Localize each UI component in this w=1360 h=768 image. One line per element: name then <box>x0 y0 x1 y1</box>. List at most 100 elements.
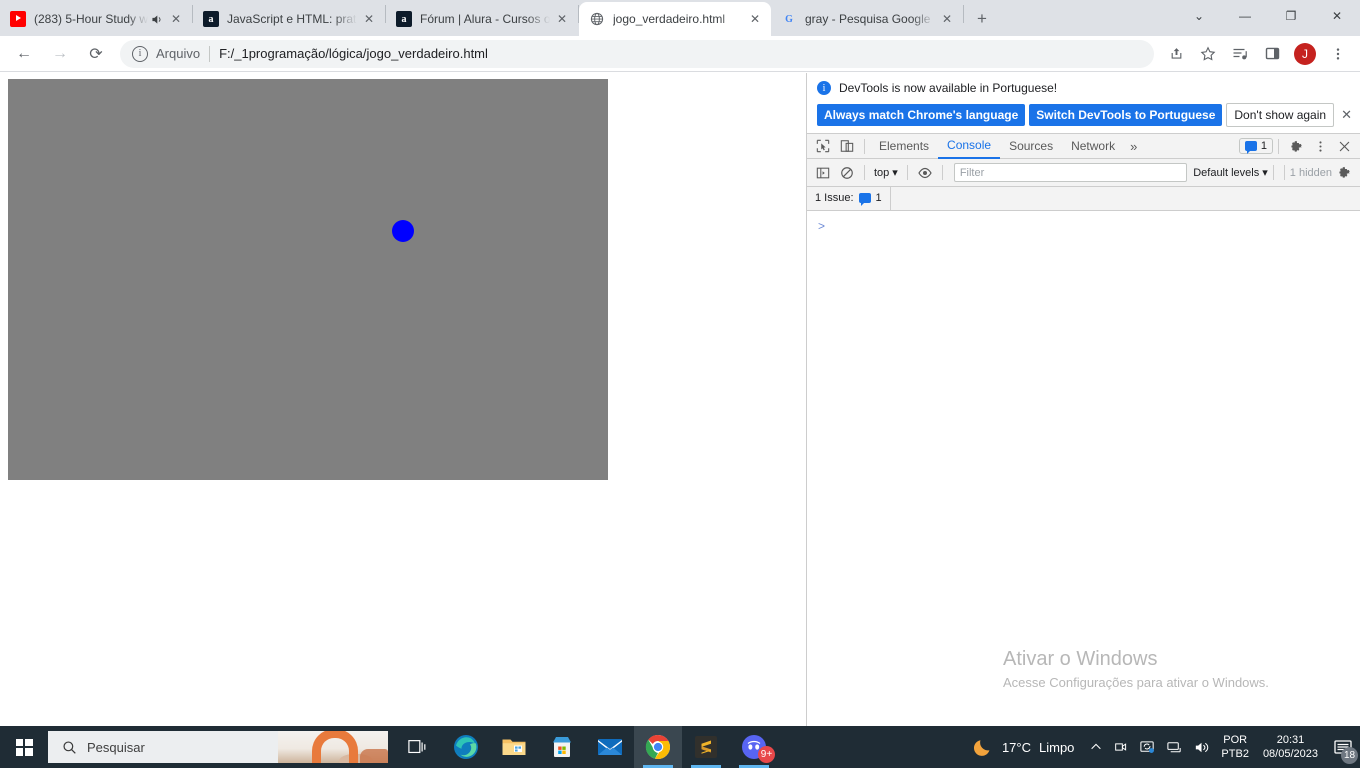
sublime-text-icon[interactable] <box>682 726 730 768</box>
kebab-menu-icon[interactable] <box>1324 40 1352 68</box>
always-match-language-button[interactable]: Always match Chrome's language <box>817 104 1026 126</box>
tab-strip: (283) 5-Hour Study with ✕ a JavaScript e… <box>0 0 1360 36</box>
avatar[interactable]: J <box>1294 42 1316 65</box>
mail-icon[interactable] <box>586 726 634 768</box>
divider <box>864 165 865 180</box>
gear-icon[interactable] <box>1332 162 1356 184</box>
browser-tab-forum-alura[interactable]: a Fórum | Alura - Cursos online ✕ <box>386 2 578 36</box>
chevron-up-icon[interactable] <box>1084 740 1108 754</box>
divider <box>1283 165 1285 180</box>
tab-close-button[interactable]: ✕ <box>361 11 377 27</box>
dont-show-again-button[interactable]: Don't show again <box>1226 103 1335 127</box>
moon-icon <box>972 736 994 758</box>
inspect-element-icon[interactable] <box>811 135 835 157</box>
discord-icon[interactable]: 9+ <box>730 726 778 768</box>
star-icon[interactable] <box>1194 40 1222 68</box>
google-icon: G <box>785 13 793 25</box>
reload-button[interactable]: ⟳ <box>81 39 111 69</box>
filter-input[interactable]: Filter <box>953 163 1188 182</box>
clear-console-icon[interactable] <box>835 162 859 184</box>
minimize-button[interactable]: — <box>1222 0 1268 32</box>
devtools-tab-bar: Elements Console Sources Network » 1 <box>807 133 1360 159</box>
console-prompt-caret: > <box>818 219 826 233</box>
tab-title: (283) 5-Hour Study with <box>34 12 148 26</box>
kebab-menu-icon[interactable] <box>1308 135 1332 157</box>
task-view-icon[interactable] <box>394 726 442 768</box>
language-indicator[interactable]: POR PTB2 <box>1215 733 1255 761</box>
system-tray: 17°C Limpo POR PTB2 20:31 08/05/2023 18 <box>966 726 1360 768</box>
tab-title: Fórum | Alura - Cursos online <box>420 12 550 26</box>
clock[interactable]: 20:31 08/05/2023 <box>1255 733 1326 761</box>
tab-network[interactable]: Network <box>1062 134 1124 159</box>
switch-to-portuguese-button[interactable]: Switch DevTools to Portuguese <box>1029 104 1223 126</box>
back-button[interactable]: ← <box>9 39 39 69</box>
live-expression-icon[interactable] <box>913 162 937 184</box>
tab-close-button[interactable]: ✕ <box>939 11 955 27</box>
issues-bar: 1 Issue: 1 <box>807 186 1360 211</box>
page-viewport <box>0 73 806 726</box>
bing-wallpaper-thumbnail[interactable] <box>278 731 388 763</box>
window-controls: ⌄ — ❐ ✕ <box>1176 0 1360 32</box>
divider <box>941 165 943 180</box>
tab-close-button[interactable]: ✕ <box>554 11 570 27</box>
microsoft-store-icon[interactable] <box>538 726 586 768</box>
watermark-subtitle: Acesse Configurações para ativar o Windo… <box>1003 675 1269 690</box>
weather-widget[interactable]: 17°C Limpo <box>966 736 1084 758</box>
google-chrome-icon[interactable] <box>634 726 682 768</box>
close-icon[interactable]: ✕ <box>1341 107 1352 123</box>
weather-condition: Limpo <box>1039 739 1075 755</box>
site-info-icon[interactable]: i <box>132 45 148 62</box>
alura-icon: a <box>203 11 219 27</box>
tab-close-button[interactable]: ✕ <box>168 11 184 27</box>
camera-icon[interactable] <box>1108 739 1134 755</box>
network-icon[interactable] <box>1161 739 1188 756</box>
alura-icon: a <box>396 11 412 27</box>
divider <box>1278 138 1279 154</box>
tab-elements[interactable]: Elements <box>870 134 938 159</box>
browser-tab-gray-pesquisa-google[interactable]: G gray - Pesquisa Google ✕ <box>771 2 963 36</box>
console-message-count-badge[interactable]: 1 <box>1238 138 1273 154</box>
omnibox-divider <box>209 45 211 62</box>
message-icon <box>858 193 871 206</box>
gear-icon[interactable] <box>1284 135 1308 157</box>
browser-tab-jogo-verdadeiro[interactable]: jogo_verdadeiro.html ✕ <box>579 2 771 36</box>
log-levels-selector[interactable]: Default levels ▾ <box>1193 166 1268 180</box>
hidden-messages-count: 1 hidden <box>1289 166 1332 179</box>
microsoft-edge-icon[interactable] <box>442 726 490 768</box>
tab-sources[interactable]: Sources <box>1000 134 1062 159</box>
url-text: F:/_1programação/lógica/jogo_verdadeiro.… <box>219 46 488 61</box>
tab-console[interactable]: Console <box>938 134 1001 159</box>
new-tab-button[interactable]: + <box>968 5 996 33</box>
levels-label: Default levels <box>1193 166 1260 179</box>
close-icon[interactable] <box>1332 135 1356 157</box>
search-input[interactable]: Pesquisar <box>48 731 388 763</box>
game-canvas[interactable] <box>8 79 608 480</box>
close-button[interactable]: ✕ <box>1314 0 1360 32</box>
notifications-icon[interactable]: 18 <box>1326 726 1360 768</box>
tab-search-icon[interactable]: ⌄ <box>1176 0 1222 32</box>
forward-button[interactable]: → <box>45 39 75 69</box>
more-tabs-icon[interactable]: » <box>1124 139 1143 154</box>
file-explorer-icon[interactable] <box>490 726 538 768</box>
tab-close-button[interactable]: ✕ <box>747 11 763 27</box>
weather-temperature: 17°C <box>1001 739 1031 755</box>
console-sidebar-icon[interactable] <box>811 162 835 184</box>
chevron-down-icon: ▾ <box>1262 167 1268 179</box>
volume-icon[interactable] <box>1188 739 1215 756</box>
onedrive-sync-icon[interactable] <box>1134 739 1161 756</box>
browser-tab-javascript-html[interactable]: a JavaScript e HTML: pratique ✕ <box>193 2 385 36</box>
maximize-button[interactable]: ❐ <box>1268 0 1314 32</box>
execution-context-selector[interactable]: top ▾ <box>870 166 902 180</box>
console-filter-bar: top ▾ Filter Default levels ▾ 1 hidden <box>807 159 1360 187</box>
browser-tab-youtube[interactable]: (283) 5-Hour Study with ✕ <box>0 2 192 36</box>
search-placeholder: Pesquisar <box>87 739 145 755</box>
share-icon[interactable] <box>1162 40 1190 68</box>
side-panel-icon[interactable] <box>1258 40 1286 68</box>
tab-audio-icon[interactable] <box>148 13 164 26</box>
windows-start-icon[interactable] <box>0 726 48 768</box>
issues-button[interactable]: 1 Issue: 1 <box>807 186 891 211</box>
reading-list-icon[interactable] <box>1226 40 1254 68</box>
search-icon <box>62 740 77 755</box>
address-bar[interactable]: i Arquivo F:/_1programação/lógica/jogo_v… <box>120 39 1154 68</box>
device-toolbar-icon[interactable] <box>835 135 859 157</box>
